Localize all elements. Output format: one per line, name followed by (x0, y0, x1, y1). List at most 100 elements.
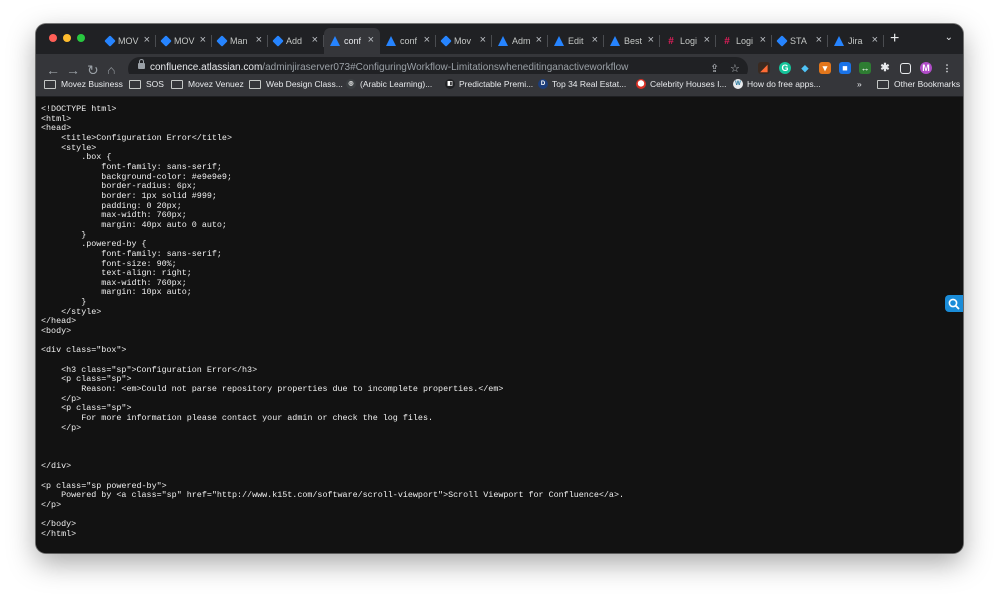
atlassian-icon (610, 36, 620, 46)
close-tab-icon[interactable]: × (592, 34, 598, 46)
tab-strip: MOV × MOV × Man × Add × conf × conf × Mov × Adm × Edit × B… (36, 24, 963, 54)
d-badge-icon: D (538, 79, 548, 89)
jira-diamond-icon (272, 35, 284, 47)
other-bookmarks[interactable]: Other Bookmarks (877, 79, 960, 89)
close-tab-icon[interactable]: × (480, 34, 486, 46)
jira-diamond-icon (216, 35, 228, 47)
close-tab-icon[interactable]: × (648, 34, 654, 46)
extension-icon-6[interactable]: ↔ (859, 62, 871, 74)
tab-5[interactable]: conf × (324, 28, 380, 54)
tab-6[interactable]: conf × (380, 28, 436, 54)
tab-title: MOV (174, 36, 195, 46)
close-tab-icon[interactable]: × (424, 34, 430, 46)
bookmark-item[interactable]: SOS (129, 79, 164, 89)
tab-title: MOV (118, 36, 139, 46)
lock-icon (138, 59, 145, 69)
puzzle-icon[interactable]: ✱ (879, 62, 891, 74)
bookmark-item[interactable]: ⬤ Celebrity Houses I... (636, 79, 727, 89)
page-content: <!DOCTYPE html> <html> <head> <title>Con… (36, 97, 963, 553)
grammarly-icon[interactable]: G (779, 62, 791, 74)
other-bookmarks-label: Other Bookmarks (894, 79, 961, 89)
close-tab-icon[interactable]: × (144, 34, 150, 46)
bookmark-item[interactable]: Web Design Class... (249, 79, 343, 89)
folder-icon (249, 79, 261, 89)
metamask-icon[interactable]: ▾ (819, 62, 831, 74)
tab-title: Logi (736, 36, 754, 46)
bookmark-item[interactable]: Movez Business (44, 79, 123, 89)
slack-icon: # (724, 35, 730, 47)
bookmark-label: SOS (146, 79, 164, 89)
atlassian-icon (498, 36, 508, 46)
folder-icon (877, 79, 889, 89)
tab-list: MOV × MOV × Man × Add × conf × conf × Mov × Adm × Edit × B… (100, 28, 884, 54)
close-tab-icon[interactable]: × (704, 34, 710, 46)
atlassian-icon (554, 36, 564, 46)
close-tab-icon[interactable]: × (312, 34, 318, 46)
jira-diamond-icon (104, 35, 116, 47)
pin-icon: ⬤ (636, 79, 646, 89)
bookmark-label: Top 34 Real Estat... (552, 79, 627, 89)
bookmark-item[interactable]: D Top 34 Real Estat... (538, 79, 626, 89)
jira-diamond-icon (776, 35, 788, 47)
extension-icon-3[interactable]: ◆ (799, 62, 811, 74)
folder-icon (129, 79, 141, 89)
tab-9[interactable]: Edit × (548, 28, 604, 54)
profile-avatar[interactable]: M (920, 62, 932, 74)
tab-title: Adm (512, 36, 531, 46)
close-tab-icon[interactable]: × (760, 34, 766, 46)
page-icon: ◧ (445, 79, 455, 89)
tab-7[interactable]: Mov × (436, 28, 492, 54)
tab-2[interactable]: MOV × (156, 28, 212, 54)
side-panel-icon[interactable] (900, 63, 911, 74)
menu-dots-icon[interactable]: ⋮ (941, 62, 953, 74)
tab-13[interactable]: STA × (772, 28, 828, 54)
minimize-window-button[interactable] (63, 34, 71, 42)
tab-title: Best (624, 36, 643, 46)
tab-title: STA (790, 36, 807, 46)
tab-4[interactable]: Add × (268, 28, 324, 54)
tab-12[interactable]: # Logi × (716, 28, 772, 54)
jira-diamond-icon (440, 35, 452, 47)
bookmark-item[interactable]: W How do free apps... (733, 79, 821, 89)
bookmarks-bar: Movez Business SOS Movez Venuez Web Design … (36, 74, 963, 97)
close-tab-icon[interactable]: × (816, 34, 822, 46)
close-tab-icon[interactable]: × (200, 34, 206, 46)
bookmark-item[interactable]: ◎ (Arabic Learning)... (346, 79, 432, 89)
extension-icon-5[interactable]: ■ (839, 62, 851, 74)
tab-8[interactable]: Adm × (492, 28, 548, 54)
tab-1[interactable]: MOV × (100, 28, 156, 54)
tab-title: Edit (568, 36, 584, 46)
url-path: /adminjiraserver073#ConfiguringWorkflow-… (262, 62, 629, 73)
bookmark-label: How do free apps... (747, 79, 821, 89)
tab-title: conf (344, 36, 362, 46)
bookmark-label: Celebrity Houses I... (650, 79, 727, 89)
folder-icon (171, 79, 183, 89)
new-tab-button[interactable]: + (890, 30, 899, 48)
chevron-down-icon[interactable]: ⌄ (945, 32, 953, 43)
tab-10[interactable]: Best × (604, 28, 660, 54)
zoom-window-button[interactable] (77, 34, 85, 42)
tab-3[interactable]: Man × (212, 28, 268, 54)
tab-title: conf (400, 36, 418, 46)
close-tab-icon[interactable]: × (536, 34, 542, 46)
url-text[interactable]: confluence.atlassian.com/adminjiraserver… (150, 62, 628, 73)
page-source-text: <!DOCTYPE html> <html> <head> <title>Con… (41, 104, 624, 539)
tab-title: Add (286, 36, 303, 46)
close-window-button[interactable] (49, 34, 57, 42)
tab-11[interactable]: # Logi × (660, 28, 716, 54)
folder-icon (44, 79, 56, 89)
search-extension-button[interactable] (945, 295, 963, 312)
extension-icon-1[interactable]: ◢ (758, 62, 770, 74)
close-tab-icon[interactable]: × (256, 34, 262, 46)
wordpress-icon: W (733, 79, 743, 89)
bookmark-label: Movez Venuez (188, 79, 244, 89)
atlassian-icon (834, 36, 844, 46)
bookmarks-overflow-button[interactable]: » (857, 79, 862, 89)
close-tab-icon[interactable]: × (368, 34, 374, 46)
bookmark-item[interactable]: Movez Venuez (171, 79, 244, 89)
bookmark-item[interactable]: ◧ Predictable Premi... (445, 79, 533, 89)
close-tab-icon[interactable]: × (872, 34, 878, 46)
tab-14[interactable]: Jira × (828, 28, 884, 54)
bookmark-label: Web Design Class... (266, 79, 343, 89)
bookmark-label: Predictable Premi... (459, 79, 534, 89)
